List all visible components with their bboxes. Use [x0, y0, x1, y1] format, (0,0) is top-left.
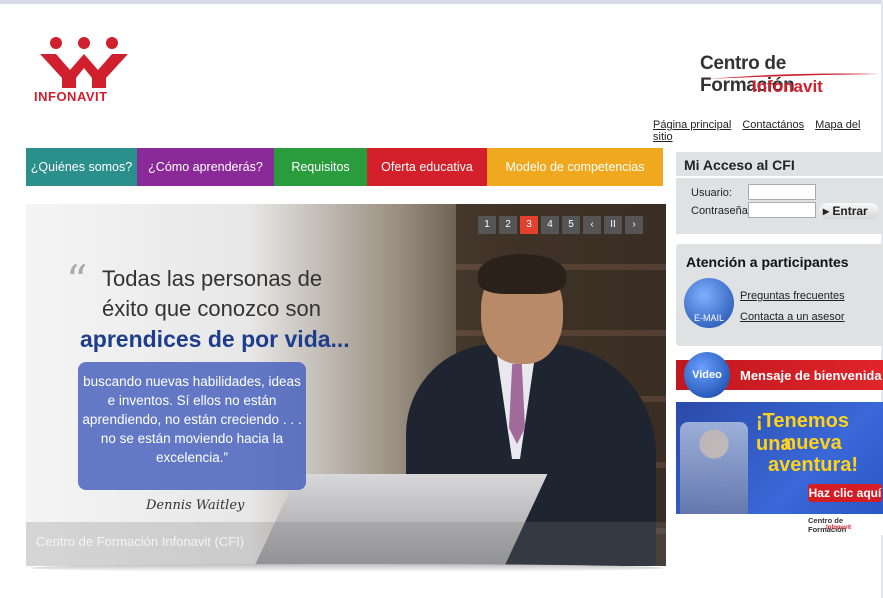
- promo-line-3: aventura!: [768, 454, 859, 476]
- nav-requisitos[interactable]: Requisitos: [274, 148, 367, 186]
- password-input[interactable]: [748, 202, 816, 218]
- slide-5-button[interactable]: 5: [562, 216, 580, 234]
- user-label: Usuario:: [691, 187, 732, 199]
- nav-oferta-educativa[interactable]: Oferta educativa: [367, 148, 487, 186]
- login-panel: Mi Acceso al CFI Usuario: Contraseña: ▸ …: [676, 152, 883, 234]
- quote-line-2: éxito que conozco son: [102, 296, 321, 321]
- slide-3-button[interactable]: 3: [520, 216, 538, 234]
- prev-slide-icon[interactable]: ‹: [583, 216, 601, 234]
- welcome-message-link[interactable]: Mensaje de bienvenida: [740, 368, 882, 383]
- slide-4-button[interactable]: 4: [541, 216, 559, 234]
- next-slide-icon[interactable]: ›: [625, 216, 643, 234]
- person-hair: [478, 254, 566, 294]
- promo-line-2: nueva: [784, 432, 842, 454]
- hero-caption: Centro de Formación Infonavit (CFI): [36, 534, 245, 549]
- contact-advisor-link[interactable]: Contacta a un asesor: [740, 311, 845, 323]
- quote-author: Dennis Waitley: [146, 498, 245, 513]
- email-icon[interactable]: E-MAIL: [684, 278, 734, 328]
- user-input[interactable]: [748, 184, 816, 200]
- link-contact[interactable]: Contactános: [742, 119, 804, 131]
- attention-title: Atención a participantes: [686, 254, 849, 270]
- promo-footer-sub: Infonavit: [826, 525, 851, 531]
- slider-controls: 1 2 3 4 5 ‹ II ›: [478, 216, 643, 234]
- slide-2-button[interactable]: 2: [499, 216, 517, 234]
- top-links: Página principal Contactános Mapa del si…: [653, 119, 883, 143]
- main-nav: ¿Quiénes somos? ¿Cómo aprenderás? Requis…: [26, 148, 663, 186]
- quote-mark-icon: “: [66, 256, 88, 305]
- nav-modelo-competencias[interactable]: Modelo de competencias: [487, 148, 663, 186]
- pause-icon[interactable]: II: [604, 216, 622, 234]
- login-divider: [676, 176, 883, 178]
- hero-shadow: [30, 564, 664, 572]
- slide-1-button[interactable]: 1: [478, 216, 496, 234]
- site-subtitle: Infonavit: [752, 77, 823, 96]
- attention-panel: Atención a participantes E-MAIL Pregunta…: [676, 244, 883, 346]
- promo-click-button[interactable]: Haz clic aquí: [808, 484, 882, 502]
- logo-text: INFONAVIT: [34, 89, 108, 104]
- promo-banner[interactable]: ¡Tenemos una nueva aventura! Haz clic aq…: [676, 402, 883, 535]
- password-label: Contraseña:: [691, 205, 751, 217]
- nav-como-aprenderas[interactable]: ¿Cómo aprenderás?: [137, 148, 274, 186]
- video-icon[interactable]: Video: [684, 352, 730, 398]
- enter-button[interactable]: ▸ Entrar: [819, 203, 879, 219]
- faq-link[interactable]: Preguntas frecuentes: [740, 290, 845, 302]
- quote-line-1: Todas las personas de: [102, 266, 323, 291]
- nav-quienes-somos[interactable]: ¿Quiénes somos?: [26, 148, 137, 186]
- quote-line-3: aprendices de por vida...: [80, 326, 350, 352]
- quote-body: buscando nuevas habilidades, ideas e inv…: [78, 362, 306, 490]
- login-title: Mi Acceso al CFI: [684, 157, 795, 173]
- top-border: [0, 0, 883, 4]
- hero-banner[interactable]: 1 2 3 4 5 ‹ II › “ Todas las personas de…: [26, 204, 666, 566]
- link-home[interactable]: Página principal: [653, 119, 731, 131]
